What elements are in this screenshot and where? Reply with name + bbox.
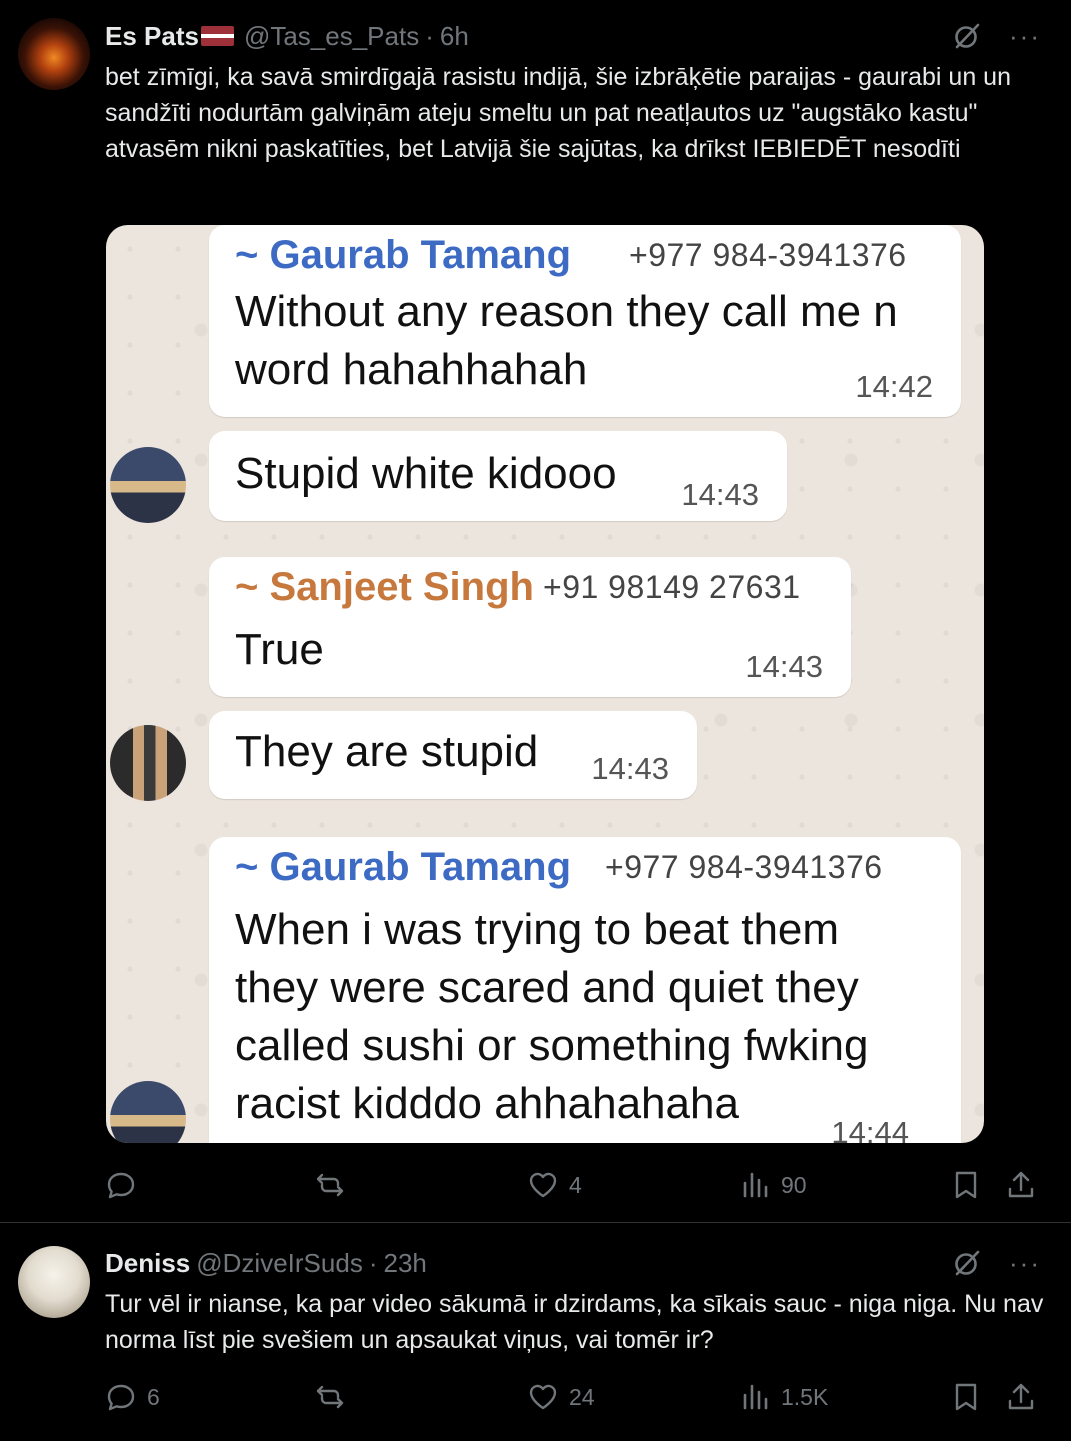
tweet-text: bet zīmīgi, ka savā smirdīgajā rasistu i… [105, 63, 1011, 163]
views-count: 1.5K [781, 1383, 829, 1410]
chat-message-time: 14:42 [855, 369, 933, 404]
chat-message-text: They are stupid [235, 723, 538, 781]
bookmark-button[interactable] [950, 1165, 982, 1205]
username-handle[interactable]: @DziveIrSuds [196, 1248, 363, 1279]
share-icon [1008, 1171, 1034, 1198]
tweet-top-actions: ··· [951, 20, 1041, 52]
chat-text-line: racist kidddo ahhahahaha [235, 1079, 739, 1128]
chat-message: ~ Gaurab Tamang +977 984-3941376 When i … [209, 837, 961, 1143]
reply-button[interactable]: 6 [105, 1377, 160, 1417]
reply-icon [107, 1384, 135, 1411]
retweet-icon [316, 1385, 344, 1409]
retweet-icon [316, 1173, 344, 1197]
views-button[interactable]: 1.5K [739, 1377, 828, 1417]
chat-avatar [110, 1081, 186, 1143]
like-button[interactable]: 4 [527, 1165, 582, 1205]
bookmark-button[interactable] [950, 1377, 982, 1417]
more-options-icon[interactable]: ··· [1009, 1248, 1041, 1278]
share-button[interactable] [1005, 1377, 1037, 1417]
chat-text-line: called sushi or something fwking [235, 1021, 869, 1070]
chat-sender-name: ~ Gaurab Tamang [235, 845, 572, 889]
chat-message: Stupid white kidooo 14:43 [209, 431, 787, 521]
chat-sender-phone: +977 984-3941376 [605, 849, 883, 885]
chat-message-text: Stupid white kidooo [235, 445, 617, 503]
username-handle[interactable]: @Tas_es_Pats [244, 21, 419, 52]
chat-text-line: Without any reason they call me n [235, 287, 898, 336]
chat-message: They are stupid 14:43 [209, 711, 697, 799]
chat-message-time: 14:44 [831, 1115, 909, 1143]
chat-text-line: They are stupid [235, 727, 539, 776]
retweet-button[interactable] [314, 1377, 356, 1417]
bookmark-icon [955, 1383, 977, 1411]
views-icon [743, 1384, 768, 1410]
share-icon [1008, 1383, 1034, 1410]
chat-text-line: When i was trying to beat them [235, 905, 840, 954]
chat-text-line: Stupid white kidooo [235, 449, 617, 498]
tweet-action-bar: 6 24 1.5K [105, 1377, 1040, 1417]
chat-sender-phone: +977 984-3941376 [629, 237, 907, 273]
tweet-text: Tur vēl ir nianse, ka par video sākumā i… [105, 1290, 1044, 1354]
reply-button[interactable] [105, 1165, 147, 1205]
chat-message-text: When i was trying to beat them they were… [235, 901, 868, 1133]
separator-dot: · [425, 20, 434, 51]
display-name[interactable]: Es Pats [105, 21, 199, 52]
like-count: 4 [569, 1171, 582, 1198]
display-name[interactable]: Deniss [105, 1248, 190, 1279]
timestamp[interactable]: 6h [440, 21, 469, 52]
chat-text-line: True [235, 625, 324, 674]
chat-message-time: 14:43 [745, 649, 823, 684]
tweet-header: Deniss @DziveIrSuds · 23h [105, 1248, 427, 1278]
chat-sender-name: ~ Sanjeet Singh [235, 565, 534, 609]
like-button[interactable]: 24 [527, 1377, 595, 1417]
tweet-media-image[interactable]: ~ Gaurab Tamang +977 984-3941376 Without… [106, 225, 984, 1143]
chat-message-time: 14:43 [681, 477, 759, 512]
chat-message-time: 14:43 [591, 751, 669, 786]
chat-message: ~ Gaurab Tamang +977 984-3941376 Without… [209, 225, 961, 417]
chat-avatar [110, 447, 186, 523]
views-button[interactable]: 90 [739, 1165, 807, 1205]
timestamp[interactable]: 23h [384, 1248, 427, 1279]
chat-message: ~ Sanjeet Singh +91 98149 27631 True 14:… [209, 557, 851, 697]
bookmark-icon [955, 1171, 977, 1199]
grok-icon[interactable] [951, 20, 983, 52]
heart-icon [529, 1384, 557, 1410]
chat-avatar [110, 725, 186, 801]
chat-message-text: Without any reason they call me n word h… [235, 283, 898, 399]
avatar[interactable] [18, 18, 90, 90]
views-icon [743, 1172, 768, 1198]
chat-text-line: they were scared and quiet they [235, 963, 859, 1012]
reply-count: 6 [147, 1383, 160, 1410]
heart-icon [529, 1172, 557, 1198]
more-options-icon[interactable]: ··· [1009, 21, 1041, 51]
tweet-action-bar: 4 90 [105, 1165, 1040, 1205]
reply-icon [107, 1172, 135, 1199]
like-count: 24 [569, 1383, 595, 1410]
separator-dot: · [368, 1247, 378, 1278]
views-count: 90 [781, 1171, 807, 1198]
chat-sender-phone: +91 98149 27631 [543, 569, 801, 605]
chat-text-line: word hahahhahah [235, 345, 588, 394]
retweet-button[interactable] [314, 1165, 356, 1205]
tweet-top-actions: ··· [951, 1247, 1041, 1279]
chat-message-text: True [235, 621, 324, 679]
tweet-header: Es Pats @Tas_es_Pats · 6h [105, 21, 469, 51]
avatar[interactable] [18, 1246, 90, 1318]
latvia-flag-icon [200, 26, 234, 46]
chat-sender-name: ~ Gaurab Tamang [235, 233, 572, 277]
grok-icon[interactable] [951, 1247, 983, 1279]
share-button[interactable] [1005, 1165, 1037, 1205]
tweet[interactable]: Es Pats @Tas_es_Pats · 6h ··· bet zīmīgi… [0, 0, 1071, 1223]
